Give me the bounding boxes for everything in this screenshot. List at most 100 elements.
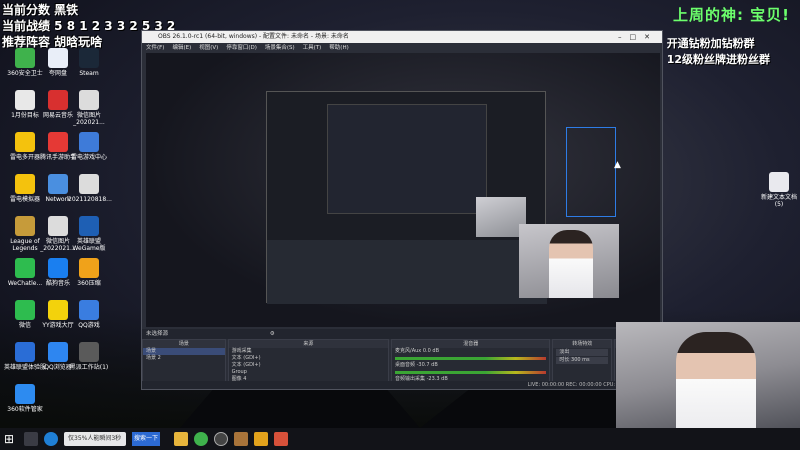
app-icon <box>48 132 68 152</box>
desktop-icon-label: 360软件管家 <box>7 406 43 413</box>
desktop-icon-label: 雷电游戏中心 <box>70 154 107 161</box>
webcam-small <box>519 224 619 298</box>
desktop-icon-text-file[interactable]: 新建文本文档(5) <box>758 172 800 208</box>
window-controls[interactable]: –□✕ <box>618 31 658 43</box>
app-icon <box>15 342 35 362</box>
app-icon <box>15 132 35 152</box>
obs-window[interactable]: OBS 26.1.0-rc1 (64-bit, windows) - 配置文件:… <box>141 30 663 390</box>
taskbar-search-button[interactable]: 搜索一下 <box>132 432 160 446</box>
app-icon <box>79 300 99 320</box>
desktop-icon[interactable]: 雷电游戏中心 <box>68 132 110 161</box>
text-file-icon <box>769 172 789 192</box>
desktop-icon-label: 360压缩 <box>77 280 101 287</box>
transitions-header: 转场特效 <box>553 340 612 348</box>
desktop-icon-label: 2021120818... <box>68 196 112 203</box>
chrome-icon[interactable] <box>194 432 208 446</box>
scene-item[interactable]: 场景 <box>143 348 225 355</box>
task-view-icon[interactable] <box>24 432 38 446</box>
app-icon <box>48 174 68 194</box>
desktop-icon[interactable]: 英雄联盟WeGame版 <box>68 216 110 252</box>
desktop-icon[interactable]: QQ游戏 <box>68 300 110 329</box>
source-item[interactable]: 文本 (GDI+) <box>229 355 388 362</box>
app-icon <box>15 216 35 236</box>
folder-icon[interactable] <box>174 432 188 446</box>
gear-icon[interactable]: ⚙ <box>270 331 275 337</box>
app-icon <box>15 90 35 110</box>
desktop-icon[interactable]: 360压缩 <box>68 258 110 287</box>
desktop-icon-label: Steam <box>79 70 99 77</box>
app-icon <box>48 342 68 362</box>
app-icon <box>15 300 35 320</box>
source-status-bar: 未选择源 ⚙ <box>142 329 662 339</box>
desktop-icon-label: QQ游戏 <box>78 322 100 329</box>
app-icon <box>79 342 99 362</box>
taskbar: ⊞ 仅35%人能瞬间3秒 搜索一下 <box>0 428 800 450</box>
app-icon[interactable] <box>234 432 248 446</box>
app-icon <box>79 216 99 236</box>
source-item[interactable]: 游戏采集 <box>229 348 388 355</box>
mixer-channel-label: 麦克风/Aux 0.0 dB <box>395 348 439 354</box>
weekly-god-title: 上周的神: 宝贝! <box>672 6 790 24</box>
menu-item[interactable]: 编辑(E) <box>172 45 191 51</box>
app-icon[interactable] <box>274 432 288 446</box>
desktop-icon[interactable]: 微信图片_202021... <box>68 90 110 126</box>
app-icon <box>15 384 35 404</box>
volume-meter[interactable] <box>395 357 547 360</box>
app-icon <box>15 48 35 68</box>
selection-box[interactable] <box>566 127 616 217</box>
app-icon <box>79 132 99 152</box>
app-icon[interactable] <box>254 432 268 446</box>
app-icon <box>48 90 68 110</box>
obs-title: OBS 26.1.0-rc1 (64-bit, windows) - 配置文件:… <box>158 33 349 40</box>
mixer-header: 混音器 <box>392 340 550 348</box>
overlay-recommend-line: 推荐阵容 胡晗玩啥 <box>2 35 103 49</box>
taskbar-search-input[interactable]: 仅35%人能瞬间3秒 <box>64 432 126 446</box>
windows-start-icon[interactable]: ⊞ <box>4 432 18 446</box>
app-icon <box>48 300 68 320</box>
desktop-icon-label: 黑派工作站(1) <box>69 364 109 371</box>
app-icon <box>79 258 99 278</box>
app-icon <box>79 48 99 68</box>
desktop-icon[interactable]: 2021120818... <box>68 174 112 203</box>
source-item[interactable]: 文本 (GDI+) <box>229 362 388 369</box>
obs-icon[interactable] <box>214 432 228 446</box>
desktop-icon-label: 新建文本文档(5) <box>760 194 797 208</box>
app-icon <box>15 258 35 278</box>
desktop-icon-label: 英雄联盟WeGame版 <box>72 238 106 252</box>
menu-item[interactable]: 视图(V) <box>199 45 218 51</box>
menu-item[interactable]: 停靠窗口(D) <box>226 45 257 51</box>
duration-field[interactable]: 时长 300 ms <box>556 357 609 364</box>
app-icon <box>15 174 35 194</box>
overlay-rank-line: 当前分数 黑铁 <box>2 3 79 17</box>
scenes-header: 场景 <box>143 340 225 348</box>
mixer-channel-label: 桌面音频 -30.7 dB <box>395 362 438 368</box>
obs-statusbar: LIVE: 00:00:00 REC: 00:00:00 CPU: 5.9%, … <box>142 381 662 389</box>
menu-item[interactable]: 场景集合(S) <box>265 45 295 51</box>
mixer-channel: 麦克风/Aux 0.0 dB <box>392 348 549 360</box>
menu-item[interactable]: 文件(F) <box>146 45 164 51</box>
desktop-icon[interactable]: 黑派工作站(1) <box>68 342 110 371</box>
menu-item[interactable]: 工具(T) <box>303 45 322 51</box>
transition-select[interactable]: 淡出 <box>556 349 609 356</box>
fan-group-line-1: 开通钻粉加钻粉群 <box>666 37 755 50</box>
desktop-icon[interactable]: Steam <box>68 48 110 77</box>
desktop-icon[interactable]: 360软件管家 <box>4 384 46 413</box>
app-icon <box>79 174 99 194</box>
desktop-icon-label: 微信图片_202021... <box>73 112 105 126</box>
streamer-figure <box>549 230 593 298</box>
app-icon <box>48 216 68 236</box>
mouse-cursor-icon: ▲ <box>614 160 621 170</box>
app-icon <box>79 90 99 110</box>
volume-meter[interactable] <box>395 371 547 374</box>
no-source-label: 未选择源 <box>146 331 169 337</box>
edge-icon[interactable] <box>44 432 58 446</box>
menu-item[interactable]: 帮助(H) <box>329 45 348 51</box>
obs-titlebar[interactable]: OBS 26.1.0-rc1 (64-bit, windows) - 配置文件:… <box>142 31 662 43</box>
fan-group-overlay: 开通钻粉加钻粉群 12级粉丝牌进粉丝群 <box>667 36 770 68</box>
scene-item[interactable]: 场景 2 <box>143 355 225 362</box>
app-icon <box>48 258 68 278</box>
fan-group-line-2: 12级粉丝牌进粉丝群 <box>666 53 770 66</box>
source-item[interactable]: Group <box>229 369 388 376</box>
mixer-channel: 桌面音频 -30.7 dB <box>392 362 549 374</box>
obs-menubar: 文件(F) 编辑(E) 视图(V) 停靠窗口(D) 场景集合(S) 工具(T) 帮助(H) <box>142 43 662 53</box>
